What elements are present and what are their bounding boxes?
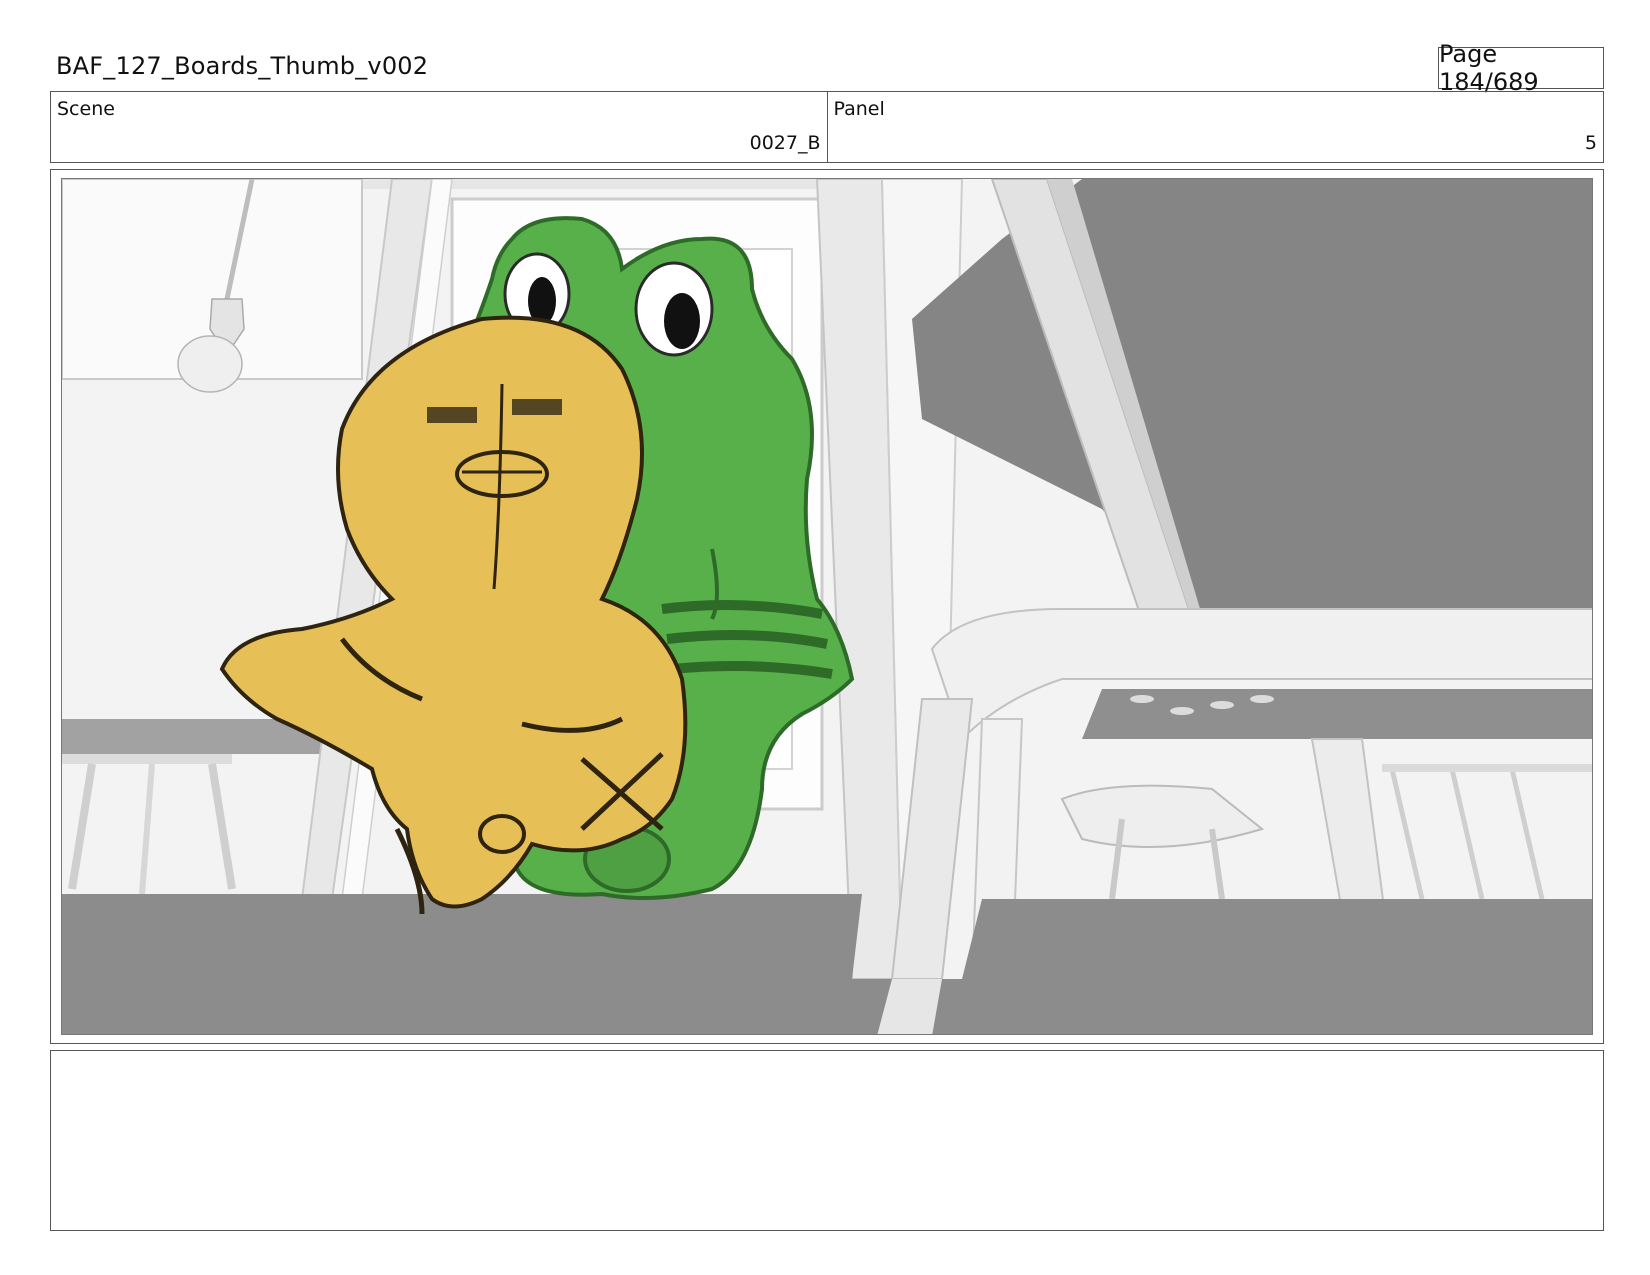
floor xyxy=(62,894,1592,1034)
scene-value: 0027_B xyxy=(749,132,821,154)
notes-box xyxy=(50,1050,1604,1231)
storyboard-drawing xyxy=(62,179,1592,1034)
panel-value: 5 xyxy=(1584,132,1597,154)
panel-frame xyxy=(50,169,1604,1044)
scene-cell: Scene 0027_B xyxy=(51,92,827,162)
panel-label: Panel xyxy=(833,98,885,120)
scene-panel-info: Scene 0027_B Panel 5 xyxy=(50,91,1604,163)
storyboard-panel-image xyxy=(61,178,1593,1035)
page-number: Page 184/689 xyxy=(1438,40,1604,96)
panel-cell: Panel 5 xyxy=(826,92,1604,162)
board-title: BAF_127_Boards_Thumb_v002 xyxy=(56,52,429,80)
light-bulb xyxy=(177,335,243,393)
scene-label: Scene xyxy=(57,98,115,120)
